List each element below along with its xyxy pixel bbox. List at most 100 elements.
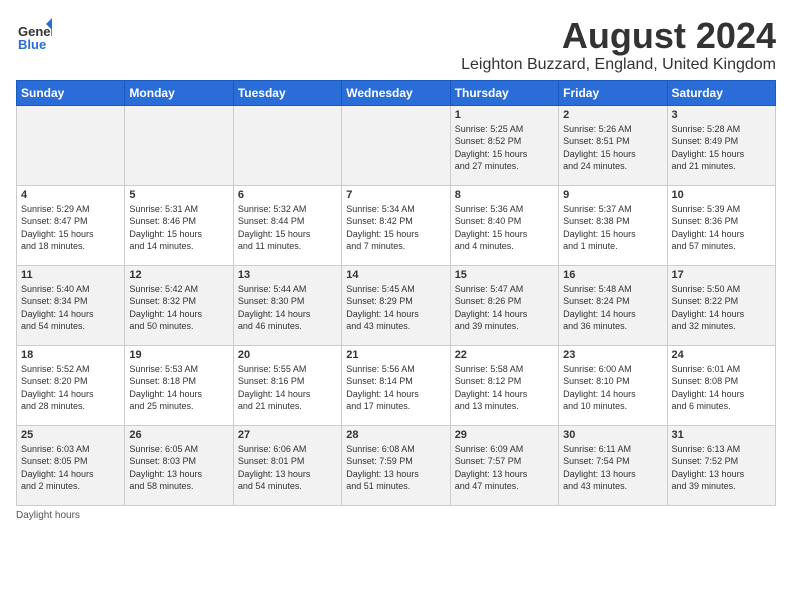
header: General Blue August 2024 Leighton Buzzar… — [16, 16, 776, 74]
cell-text: Sunrise: 6:01 AM Sunset: 8:08 PM Dayligh… — [672, 363, 771, 413]
day-number: 9 — [563, 189, 662, 201]
calendar-week-row: 1 Sunrise: 5:25 AM Sunset: 8:52 PM Daylig… — [17, 105, 776, 185]
cell-text: Sunrise: 5:36 AM Sunset: 8:40 PM Dayligh… — [455, 203, 554, 253]
cell-text: Sunrise: 5:32 AM Sunset: 8:44 PM Dayligh… — [238, 203, 337, 253]
calendar-week-row: 18Sunrise: 5:52 AM Sunset: 8:20 PM Dayli… — [17, 345, 776, 425]
cell-text: Sunrise: 5:25 AM Sunset: 8:52 PM Dayligh… — [455, 123, 554, 173]
calendar-week-row: 25Sunrise: 6:03 AM Sunset: 8:05 PM Dayli… — [17, 425, 776, 505]
calendar-cell: 27 Sunrise: 6:06 AM Sunset: 8:01 PM Dayli… — [233, 425, 341, 505]
calendar-cell: 9 Sunrise: 5:37 AM Sunset: 8:38 PM Daylig… — [559, 185, 667, 265]
calendar-cell: 4 Sunrise: 5:29 AM Sunset: 8:47 PM Daylig… — [17, 185, 125, 265]
day-number: 21 — [346, 349, 445, 361]
calendar-cell: 26Sunrise: 6:05 AM Sunset: 8:03 PM Dayli… — [125, 425, 233, 505]
cell-text: Sunrise: 6:06 AM Sunset: 8:01 PM Dayligh… — [238, 443, 337, 493]
calendar-cell: 18Sunrise: 5:52 AM Sunset: 8:20 PM Dayli… — [17, 345, 125, 425]
calendar-cell: 20 Sunrise: 5:55 AM Sunset: 8:16 PM Dayli… — [233, 345, 341, 425]
cell-text: Sunrise: 6:11 AM Sunset: 7:54 PM Dayligh… — [563, 443, 662, 493]
calendar-cell: 28 Sunrise: 6:08 AM Sunset: 7:59 PM Dayli… — [342, 425, 450, 505]
day-number: 12 — [129, 269, 228, 281]
day-number: 30 — [563, 429, 662, 441]
calendar-cell: 10 Sunrise: 5:39 AM Sunset: 8:36 PM Dayli… — [667, 185, 775, 265]
calendar-cell — [342, 105, 450, 185]
calendar-cell: 1 Sunrise: 5:25 AM Sunset: 8:52 PM Daylig… — [450, 105, 558, 185]
day-number: 23 — [563, 349, 662, 361]
footer-note: Daylight hours — [16, 510, 776, 521]
cell-text: Sunrise: 5:39 AM Sunset: 8:36 PM Dayligh… — [672, 203, 771, 253]
title-block: August 2024 Leighton Buzzard, England, U… — [461, 16, 776, 74]
calendar-cell: 6 Sunrise: 5:32 AM Sunset: 8:44 PM Daylig… — [233, 185, 341, 265]
cell-text: Sunrise: 6:05 AM Sunset: 8:03 PM Dayligh… — [129, 443, 228, 493]
calendar-header: SundayMondayTuesdayWednesdayThursdayFrid… — [17, 80, 776, 105]
location: Leighton Buzzard, England, United Kingdo… — [461, 56, 776, 74]
weekday-header: Sunday — [17, 80, 125, 105]
weekday-header: Tuesday — [233, 80, 341, 105]
day-number: 25 — [21, 429, 120, 441]
cell-text: Sunrise: 5:45 AM Sunset: 8:29 PM Dayligh… — [346, 283, 445, 333]
day-number: 3 — [672, 109, 771, 121]
day-number: 16 — [563, 269, 662, 281]
calendar-week-row: 4 Sunrise: 5:29 AM Sunset: 8:47 PM Daylig… — [17, 185, 776, 265]
day-number: 5 — [129, 189, 228, 201]
weekday-header: Wednesday — [342, 80, 450, 105]
day-number: 15 — [455, 269, 554, 281]
day-number: 1 — [455, 109, 554, 121]
cell-text: Sunrise: 5:47 AM Sunset: 8:26 PM Dayligh… — [455, 283, 554, 333]
weekday-header: Monday — [125, 80, 233, 105]
day-number: 29 — [455, 429, 554, 441]
cell-text: Sunrise: 5:34 AM Sunset: 8:42 PM Dayligh… — [346, 203, 445, 253]
day-number: 27 — [238, 429, 337, 441]
day-number: 8 — [455, 189, 554, 201]
logo: General Blue — [16, 16, 52, 52]
calendar-cell: 12Sunrise: 5:42 AM Sunset: 8:32 PM Dayli… — [125, 265, 233, 345]
day-number: 6 — [238, 189, 337, 201]
cell-text: Sunrise: 5:26 AM Sunset: 8:51 PM Dayligh… — [563, 123, 662, 173]
weekday-header: Saturday — [667, 80, 775, 105]
calendar-cell: 24Sunrise: 6:01 AM Sunset: 8:08 PM Dayli… — [667, 345, 775, 425]
cell-text: Sunrise: 6:09 AM Sunset: 7:57 PM Dayligh… — [455, 443, 554, 493]
cell-text: Sunrise: 6:08 AM Sunset: 7:59 PM Dayligh… — [346, 443, 445, 493]
cell-text: Sunrise: 5:29 AM Sunset: 8:47 PM Dayligh… — [21, 203, 120, 253]
weekday-header: Friday — [559, 80, 667, 105]
cell-text: Sunrise: 5:58 AM Sunset: 8:12 PM Dayligh… — [455, 363, 554, 413]
day-number: 19 — [129, 349, 228, 361]
calendar-body: 1 Sunrise: 5:25 AM Sunset: 8:52 PM Daylig… — [17, 105, 776, 505]
calendar-table: SundayMondayTuesdayWednesdayThursdayFrid… — [16, 80, 776, 506]
day-number: 20 — [238, 349, 337, 361]
cell-text: Sunrise: 5:31 AM Sunset: 8:46 PM Dayligh… — [129, 203, 228, 253]
day-number: 22 — [455, 349, 554, 361]
calendar-cell — [17, 105, 125, 185]
calendar-cell: 31Sunrise: 6:13 AM Sunset: 7:52 PM Dayli… — [667, 425, 775, 505]
cell-text: Sunrise: 5:37 AM Sunset: 8:38 PM Dayligh… — [563, 203, 662, 253]
day-number: 28 — [346, 429, 445, 441]
page: General Blue August 2024 Leighton Buzzar… — [0, 0, 792, 531]
cell-text: Sunrise: 5:50 AM Sunset: 8:22 PM Dayligh… — [672, 283, 771, 333]
weekday-header: Thursday — [450, 80, 558, 105]
calendar-cell: 15 Sunrise: 5:47 AM Sunset: 8:26 PM Dayli… — [450, 265, 558, 345]
day-number: 4 — [21, 189, 120, 201]
day-number: 2 — [563, 109, 662, 121]
cell-text: Sunrise: 5:53 AM Sunset: 8:18 PM Dayligh… — [129, 363, 228, 413]
calendar-cell — [125, 105, 233, 185]
calendar-cell: 16 Sunrise: 5:48 AM Sunset: 8:24 PM Dayli… — [559, 265, 667, 345]
calendar-cell: 3Sunrise: 5:28 AM Sunset: 8:49 PM Daylig… — [667, 105, 775, 185]
calendar-cell: 17 Sunrise: 5:50 AM Sunset: 8:22 PM Dayli… — [667, 265, 775, 345]
cell-text: Sunrise: 5:56 AM Sunset: 8:14 PM Dayligh… — [346, 363, 445, 413]
month-year: August 2024 — [461, 16, 776, 56]
cell-text: Sunrise: 5:55 AM Sunset: 8:16 PM Dayligh… — [238, 363, 337, 413]
calendar-cell: 29 Sunrise: 6:09 AM Sunset: 7:57 PM Dayli… — [450, 425, 558, 505]
day-number: 31 — [672, 429, 771, 441]
day-number: 11 — [21, 269, 120, 281]
calendar-cell: 8 Sunrise: 5:36 AM Sunset: 8:40 PM Daylig… — [450, 185, 558, 265]
cell-text: Sunrise: 5:48 AM Sunset: 8:24 PM Dayligh… — [563, 283, 662, 333]
cell-text: Sunrise: 5:52 AM Sunset: 8:20 PM Dayligh… — [21, 363, 120, 413]
day-number: 17 — [672, 269, 771, 281]
calendar-cell — [233, 105, 341, 185]
calendar-cell: 19 Sunrise: 5:53 AM Sunset: 8:18 PM Dayli… — [125, 345, 233, 425]
calendar-cell: 7Sunrise: 5:34 AM Sunset: 8:42 PM Daylig… — [342, 185, 450, 265]
calendar-cell: 22 Sunrise: 5:58 AM Sunset: 8:12 PM Dayli… — [450, 345, 558, 425]
calendar-cell: 21 Sunrise: 5:56 AM Sunset: 8:14 PM Dayli… — [342, 345, 450, 425]
day-number: 10 — [672, 189, 771, 201]
calendar-cell: 5 Sunrise: 5:31 AM Sunset: 8:46 PM Daylig… — [125, 185, 233, 265]
cell-text: Sunrise: 5:44 AM Sunset: 8:30 PM Dayligh… — [238, 283, 337, 333]
calendar-cell: 14Sunrise: 5:45 AM Sunset: 8:29 PM Dayli… — [342, 265, 450, 345]
